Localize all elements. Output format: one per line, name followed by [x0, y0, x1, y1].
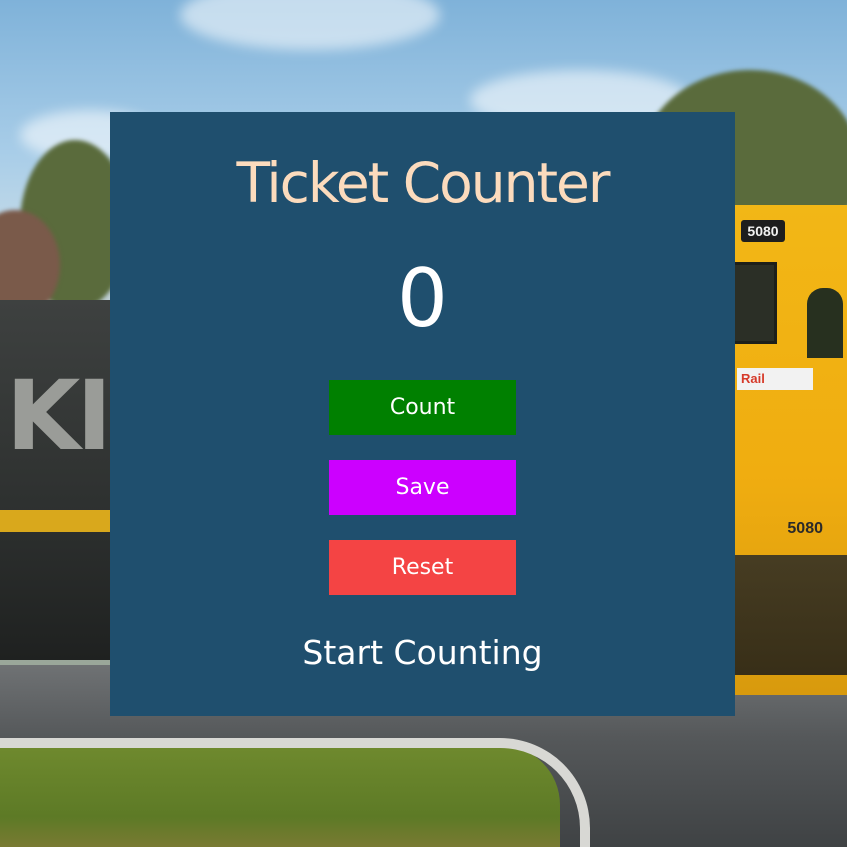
right-locomotive-bogie	[735, 555, 847, 675]
curb	[0, 738, 590, 847]
right-locomotive-window	[807, 288, 843, 358]
cloud	[180, 0, 440, 50]
count-button[interactable]: Count	[329, 380, 516, 435]
right-locomotive-number-plate: 5080	[741, 220, 785, 242]
page-title: Ticket Counter	[236, 151, 611, 215]
left-locomotive-stripe	[0, 510, 120, 532]
reset-button[interactable]: Reset	[329, 540, 516, 595]
right-locomotive-window	[729, 262, 777, 344]
ticket-counter-panel: Ticket Counter 0 Count Save Reset Start …	[110, 112, 735, 716]
left-locomotive	[0, 300, 120, 660]
status-text: Start Counting	[302, 633, 543, 672]
right-locomotive-rail-logo: Rail	[737, 368, 813, 390]
right-locomotive-number: 5080	[787, 520, 823, 537]
count-display: 0	[397, 252, 448, 345]
save-button[interactable]: Save	[329, 460, 516, 515]
